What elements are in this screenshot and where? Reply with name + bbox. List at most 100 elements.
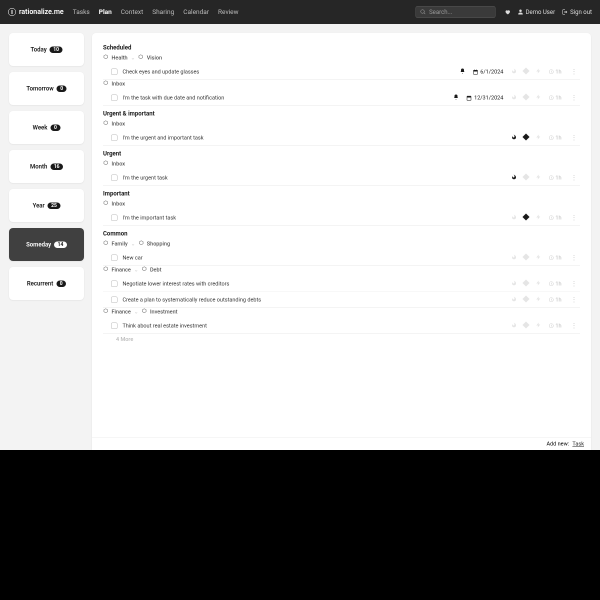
task-row[interactable]: I'm the task with due date and notificat… [103,90,580,106]
sidebar-item-recurrent[interactable]: Recurrent0 [9,267,84,300]
bell-icon[interactable] [453,94,459,102]
breadcrumb[interactable]: Family⌄Shopping [103,240,580,247]
diamond-icon[interactable] [523,175,528,182]
hours[interactable]: 1h [548,135,561,142]
breadcrumb[interactable]: Inbox [103,120,580,127]
diamond-icon[interactable] [523,297,528,304]
kebab-menu[interactable]: ⋮ [569,214,581,222]
task-row[interactable]: I'm the important task1h⋮ [103,210,580,226]
signout-link[interactable]: Sign out [562,9,592,16]
task-actions: 1h ⋮ [510,254,580,262]
bolt-icon[interactable] [535,134,541,142]
bolt-icon[interactable] [535,94,541,102]
nav-plan[interactable]: Plan [99,8,112,16]
fire-icon[interactable] [510,254,516,262]
hours[interactable]: 1h [548,281,561,288]
fire-icon[interactable] [510,174,516,182]
hours[interactable]: 1h [548,255,561,262]
task-checkbox[interactable] [111,135,118,142]
sidebar-item-someday[interactable]: Someday14 [9,228,84,261]
task-row[interactable]: Create a plan to systematically reduce o… [103,292,580,308]
task-row[interactable]: Think about real estate investment1h⋮ [103,318,580,334]
task-checkbox[interactable] [111,255,118,262]
task-checkbox[interactable] [111,281,118,288]
diamond-icon[interactable] [523,281,528,288]
task-row[interactable]: Negotiate lower interest rates with cred… [103,276,580,292]
add-new-task-link[interactable]: Task [572,441,584,448]
user-link[interactable]: Demo User [518,9,556,16]
task-actions: 1h ⋮ [510,134,580,142]
bolt-icon[interactable] [535,322,541,330]
diamond-icon[interactable] [523,95,528,102]
hours[interactable]: 1h [548,69,561,76]
nav-review[interactable]: Review [218,8,238,16]
kebab-menu[interactable]: ⋮ [569,280,581,288]
more-link[interactable]: 4 More [116,336,580,343]
kebab-menu[interactable]: ⋮ [569,94,581,102]
brand[interactable]: rationalize.me [8,8,64,16]
kebab-menu[interactable]: ⋮ [569,322,581,330]
nav-calendar[interactable]: Calendar [183,8,209,16]
task-checkbox[interactable] [111,323,118,330]
bolt-icon[interactable] [535,254,541,262]
diamond-icon[interactable] [523,323,528,330]
due-date[interactable]: 6/1/2024 [472,69,503,76]
bolt-icon[interactable] [535,68,541,76]
due-date[interactable]: 12/31/2024 [466,95,503,102]
breadcrumb[interactable]: Finance⌄Debt [103,266,580,273]
task-name: I'm the task with due date and notificat… [123,95,454,102]
kebab-menu[interactable]: ⋮ [569,254,581,262]
diamond-icon[interactable] [523,69,528,76]
nav-sharing[interactable]: Sharing [152,8,174,16]
sidebar-item-tomorrow[interactable]: Tomorrow0 [9,72,84,105]
sidebar-badge: 0 [56,280,66,287]
hours[interactable]: 1h [548,323,561,330]
bolt-icon[interactable] [535,280,541,288]
bolt-icon[interactable] [535,296,541,304]
task-checkbox[interactable] [111,215,118,222]
kebab-menu[interactable]: ⋮ [569,134,581,142]
fire-icon[interactable] [510,296,516,304]
fire-icon[interactable] [510,134,516,142]
breadcrumb[interactable]: Health⌄Vision [103,54,580,61]
kebab-menu[interactable]: ⋮ [569,68,581,76]
task-row[interactable]: New car1h⋮ [103,250,580,266]
fire-icon[interactable] [510,322,516,330]
task-row[interactable]: Check eyes and update glasses6/1/20241h⋮ [103,64,580,80]
fire-icon[interactable] [510,280,516,288]
task-row[interactable]: I'm the urgent and important task1h⋮ [103,130,580,146]
bolt-icon[interactable] [535,174,541,182]
task-checkbox[interactable] [111,297,118,304]
fire-icon[interactable] [510,68,516,76]
task-checkbox[interactable] [111,175,118,182]
nav-tasks[interactable]: Tasks [73,8,90,16]
breadcrumb[interactable]: Inbox [103,200,580,207]
cube-icon [138,240,144,247]
diamond-icon[interactable] [523,135,528,142]
breadcrumb[interactable]: Finance⌄Investment [103,308,580,315]
sidebar-item-year[interactable]: Year25 [9,189,84,222]
task-row[interactable]: I'm the urgent task1h⋮ [103,170,580,186]
kebab-menu[interactable]: ⋮ [569,174,581,182]
hours[interactable]: 1h [548,215,561,222]
nav-context[interactable]: Context [121,8,143,16]
sidebar-item-today[interactable]: Today10 [9,33,84,66]
kebab-menu[interactable]: ⋮ [569,296,581,304]
breadcrumb[interactable]: Inbox [103,80,580,87]
search-input[interactable]: Search... [416,6,496,18]
fire-icon[interactable] [510,94,516,102]
hours[interactable]: 1h [548,175,561,182]
hours[interactable]: 1h [548,95,561,102]
breadcrumb[interactable]: Inbox [103,160,580,167]
sidebar-item-month[interactable]: Month16 [9,150,84,183]
heart-link[interactable] [505,9,511,15]
bell-icon[interactable] [459,68,465,76]
bolt-icon[interactable] [535,214,541,222]
diamond-icon[interactable] [523,215,528,222]
diamond-icon[interactable] [523,255,528,262]
task-checkbox[interactable] [111,69,118,76]
task-checkbox[interactable] [111,95,118,102]
sidebar-item-week[interactable]: Week0 [9,111,84,144]
fire-icon[interactable] [510,214,516,222]
hours[interactable]: 1h [548,297,561,304]
